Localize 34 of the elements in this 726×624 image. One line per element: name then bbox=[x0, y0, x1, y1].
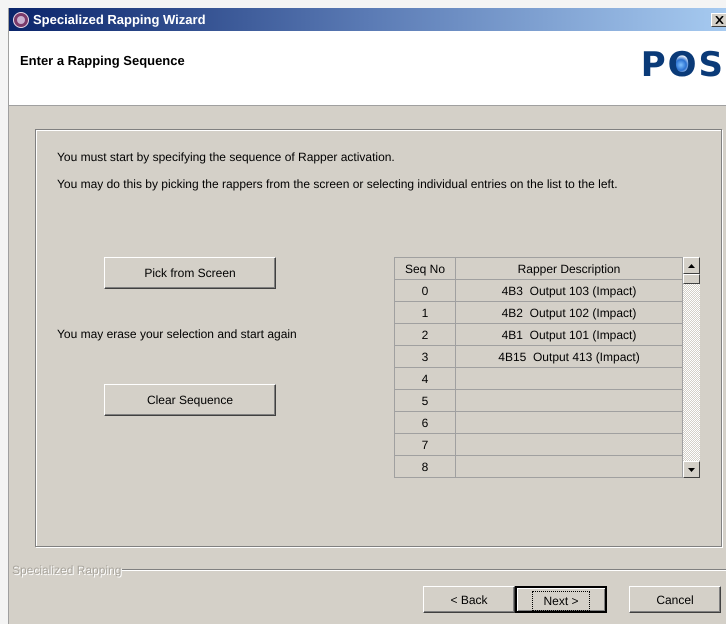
table-cell: 4B2 Output 102 (Impact) bbox=[456, 302, 682, 324]
scroll-down-button[interactable] bbox=[683, 461, 700, 478]
column-header[interactable]: Rapper Description bbox=[456, 258, 682, 280]
scroll-up-button[interactable] bbox=[683, 257, 700, 274]
table-cell: 0 bbox=[394, 280, 456, 302]
scroll-thumb[interactable] bbox=[683, 274, 700, 284]
down-arrow-icon bbox=[688, 468, 695, 472]
table-cell: 5 bbox=[394, 390, 456, 412]
table-cell: 1 bbox=[394, 302, 456, 324]
table-cell: 4B3 Output 103 (Impact) bbox=[456, 280, 682, 302]
column-header[interactable]: Seq No bbox=[394, 258, 456, 280]
table-cell: 4 bbox=[394, 368, 456, 390]
clear-sequence-button[interactable]: Clear Sequence bbox=[104, 384, 276, 416]
table-cell: 6 bbox=[394, 412, 456, 434]
wizard-button[interactable]: < Back bbox=[423, 586, 515, 613]
table-cell: 2 bbox=[394, 324, 456, 346]
scrollbar[interactable] bbox=[683, 257, 700, 478]
window-title: Specialized Rapping Wizard bbox=[33, 12, 207, 27]
wizard-button[interactable]: Next > bbox=[515, 586, 607, 613]
page-title: Enter a Rapping Sequence bbox=[20, 52, 185, 68]
app-icon bbox=[13, 12, 29, 28]
table-cell: 3 bbox=[394, 346, 456, 368]
table-cell: 7 bbox=[394, 434, 456, 456]
wizard-button[interactable]: Cancel bbox=[629, 586, 721, 613]
table-cell: 4B1 Output 101 (Impact) bbox=[456, 324, 682, 346]
instruction-text: You may do this by picking the rappers from the screen or selecting individual entries on the list to the left. bbox=[57, 177, 619, 191]
close-button[interactable] bbox=[711, 12, 726, 26]
table-cell: 8 bbox=[394, 456, 456, 478]
close-icon bbox=[714, 16, 724, 24]
table-cell: 4B15 Output 413 (Impact) bbox=[456, 346, 682, 368]
up-arrow-icon bbox=[688, 264, 695, 268]
pick-from-screen-button[interactable]: Pick from Screen bbox=[104, 257, 276, 289]
instruction-text: You must start by specifying the sequence of Rapper activation. bbox=[57, 150, 396, 164]
erase-hint-text: You may erase your selection and start again bbox=[57, 327, 297, 341]
